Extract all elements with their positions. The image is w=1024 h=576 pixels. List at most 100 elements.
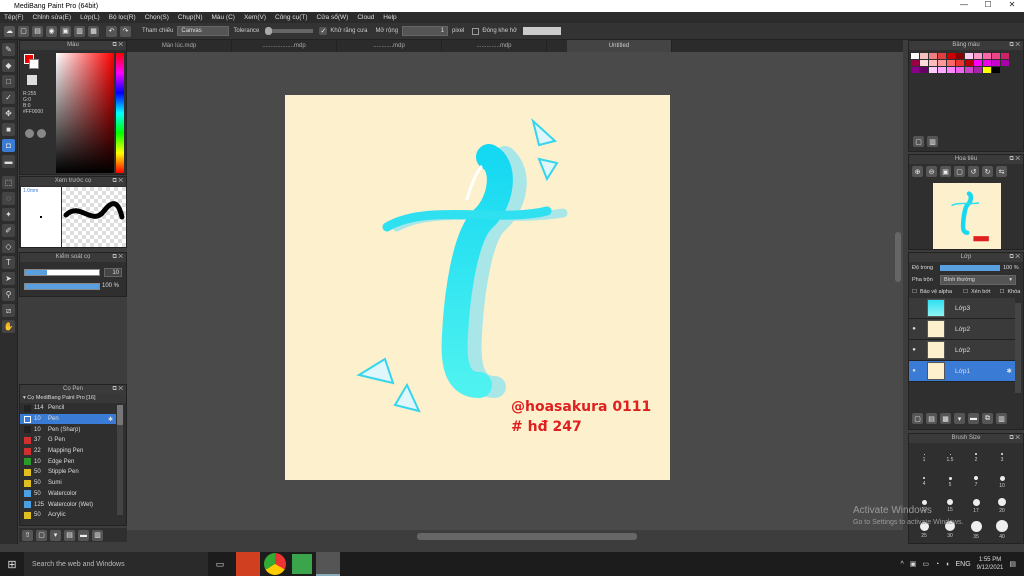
new-layer-icon[interactable]: ▢ (912, 413, 923, 424)
add-palette-icon[interactable]: ▢ (913, 136, 924, 147)
layer-row[interactable]: ● Lớp2 (909, 340, 1015, 361)
brush-item-pencil[interactable]: 114 Pencil (20, 403, 116, 414)
upload-icon[interactable]: ⇧ (22, 529, 33, 541)
menu-help[interactable]: Help (383, 14, 396, 21)
color-wheel-icon[interactable] (25, 129, 34, 138)
palette-swatch[interactable] (992, 67, 1000, 73)
palette-swatch[interactable] (929, 67, 937, 73)
operation-tool-icon[interactable]: ➤ (2, 272, 15, 285)
folder-icon[interactable]: ▬ (968, 413, 979, 424)
export-icon[interactable]: ▥ (74, 25, 85, 37)
brush-size-cell[interactable]: 1.5 (937, 446, 963, 470)
palette-swatch[interactable] (974, 53, 982, 59)
brush-size-cell[interactable]: 10 (989, 470, 1015, 494)
brush-item-pen-sharp[interactable]: 10 Pen (Sharp) (20, 424, 116, 435)
brush-size-cell[interactable]: 35 (963, 518, 989, 542)
canvas-vertical-scrollbar[interactable] (895, 232, 901, 282)
tolerance-slider[interactable] (265, 27, 314, 35)
menu-snap[interactable]: Chụp(N) (178, 14, 203, 21)
brush-size-cell[interactable]: 7 (963, 470, 989, 494)
save-icon[interactable]: ▣ (60, 25, 71, 37)
network-icon[interactable]: ◔ (935, 561, 939, 568)
volume-icon[interactable]: ◖ (945, 561, 949, 568)
rotate-left-icon[interactable]: ↺ (968, 166, 979, 177)
clipping-checkbox[interactable]: ☐ (963, 289, 968, 295)
bucket-tool-icon[interactable]: ◘ (2, 139, 15, 152)
divide-tool-icon[interactable]: ⧄ (2, 304, 15, 317)
lasso-tool-icon[interactable]: ◌ (2, 192, 15, 205)
language-indicator[interactable]: ENG (956, 561, 971, 568)
add-brush-icon[interactable]: ▢ (36, 529, 47, 541)
brush-item-acrylic[interactable]: 50 Acrylic (20, 510, 116, 521)
gear-icon[interactable]: ✱ (1007, 367, 1012, 375)
layer-row[interactable]: ● Lớp1 ✱ (909, 361, 1015, 382)
maximize-icon[interactable]: ☐ (976, 0, 1000, 9)
brush-size-cell[interactable]: 3 (989, 446, 1015, 470)
tab-document-1[interactable]: Màn lúc.mdp (127, 40, 232, 52)
tab-untitled[interactable]: Untitled (567, 40, 672, 52)
brush-size-cell[interactable]: 17 (963, 494, 989, 518)
clock[interactable]: 1:55 PM 9/12/2021 (977, 556, 1004, 572)
artwork-canvas[interactable]: @hoasakura 0111 # hđ 247 (285, 95, 670, 480)
brush-tool-icon[interactable]: ✎ (2, 43, 15, 56)
palette-swatch[interactable] (974, 60, 982, 66)
fill-rect-tool-icon[interactable]: ■ (2, 123, 15, 136)
taskbar-search-box[interactable]: Search the web and Windows (24, 552, 208, 576)
app-icon-3[interactable] (292, 554, 312, 574)
menu-edit[interactable]: Chỉnh sửa(E) (33, 14, 72, 21)
antialias-checkbox[interactable]: ✓ (319, 27, 328, 35)
brush-opacity-slider[interactable] (24, 283, 100, 290)
menu-file[interactable]: Tệp(F) (4, 14, 24, 21)
brush-item-edge-pen[interactable]: 10 Edge Pen (20, 456, 116, 467)
visibility-icon[interactable]: ● (909, 368, 919, 374)
layer-list-scrollbar[interactable] (1015, 303, 1021, 393)
palette-swatch[interactable] (974, 67, 982, 73)
brush-size-cell[interactable]: 40 (989, 518, 1015, 542)
brush-item-watercolor-wet[interactable]: 125 Watercolor (Wet) (20, 499, 116, 510)
brush-size-value[interactable]: 10 (104, 268, 122, 277)
layer-row[interactable]: Lớp3 (909, 298, 1015, 319)
menu-color[interactable]: Màu (C) (211, 14, 234, 21)
brush-item-mapping-pen[interactable]: 22 Mapping Pen (20, 446, 116, 457)
fit-icon[interactable]: ▣ (940, 166, 951, 177)
palette-swatch[interactable] (947, 60, 955, 66)
brush-size-cell[interactable]: 20 (989, 494, 1015, 518)
trash-icon[interactable]: ▥ (927, 136, 938, 147)
palette-swatch[interactable] (956, 60, 964, 66)
actual-size-icon[interactable]: ▢ (954, 166, 965, 177)
palette-swatch[interactable] (947, 67, 955, 73)
palette-swatch[interactable] (1001, 60, 1009, 66)
rotate-right-icon[interactable]: ↻ (982, 166, 993, 177)
windows-start-icon[interactable]: ⊞ (0, 558, 24, 571)
palette-swatch[interactable] (938, 67, 946, 73)
panel-close-icon[interactable]: ⧉ ✕ (112, 385, 123, 394)
tray-app-icon[interactable]: ▣ (910, 560, 917, 568)
text-tool-icon[interactable]: T (2, 256, 15, 269)
panel-close-icon[interactable]: ⧉ ✕ (1009, 253, 1020, 262)
layer-opacity-slider[interactable] (940, 264, 1000, 271)
move-tool-icon[interactable]: ✥ (2, 107, 15, 120)
palette-swatch[interactable] (911, 53, 919, 59)
palette-swatch[interactable] (983, 60, 991, 66)
delete-layer-icon[interactable]: ▥ (996, 413, 1007, 424)
eraser-tool-icon[interactable]: ◆ (2, 59, 15, 72)
panel-close-icon[interactable]: ⧉ ✕ (112, 253, 123, 262)
brush-menu-icon[interactable]: ▾ (50, 529, 61, 541)
palette-swatch[interactable] (929, 60, 937, 66)
zoom-out-icon[interactable]: ⊖ (926, 166, 937, 177)
menu-layer[interactable]: Lớp(L) (80, 14, 99, 21)
expand-input[interactable]: 1 (402, 26, 449, 36)
cloud-icon[interactable]: ☁ (4, 25, 15, 37)
palette-swatch[interactable] (920, 53, 928, 59)
hue-slider[interactable] (116, 53, 124, 173)
select-eraser-icon[interactable]: ◇ (2, 240, 15, 253)
eyedropper-icon[interactable]: ⚲ (2, 288, 15, 301)
medibang-taskbar-icon[interactable] (316, 552, 340, 576)
palette-swatch[interactable] (965, 60, 973, 66)
saturation-value-picker[interactable] (56, 53, 114, 173)
comment-icon[interactable]: ◉ (46, 25, 57, 37)
minimize-icon[interactable]: — (952, 0, 976, 9)
brush-group-header[interactable]: ▾ Cọ MediBang Paint Pro [16] (20, 394, 126, 403)
brush-list-scrollbar[interactable] (117, 405, 123, 515)
reference-select[interactable]: Canvas (177, 26, 230, 36)
